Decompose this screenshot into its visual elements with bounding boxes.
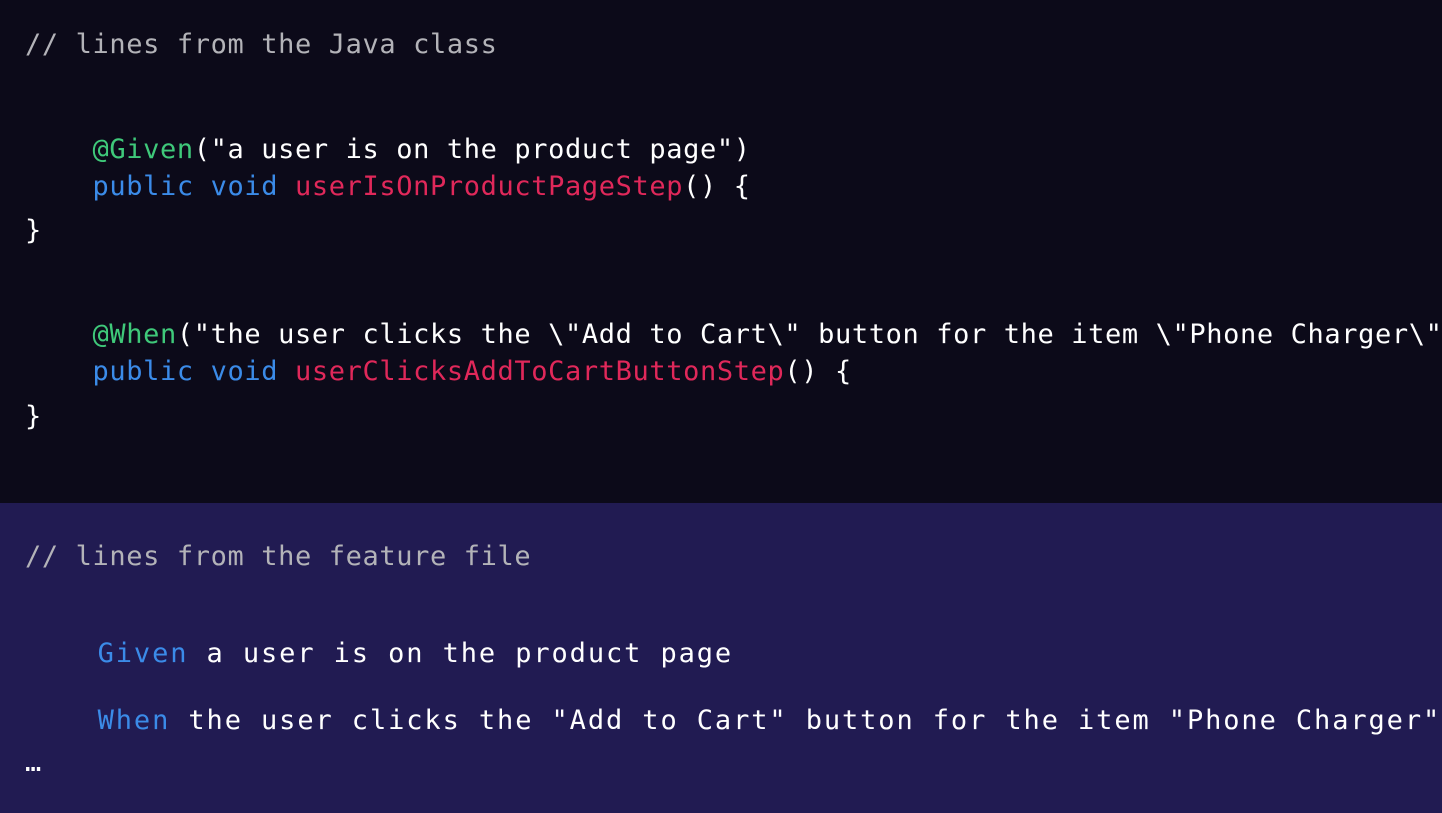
method1-close-brace: }	[25, 215, 42, 246]
method1-name: userIsOnProductPageStep	[295, 171, 684, 202]
java-code-panel: // lines from the Java class @Given("a u…	[0, 0, 1442, 503]
method2-signature: public void userClicksAddToCartButtonSte…	[25, 327, 852, 387]
feature-comment: // lines from the feature file	[25, 541, 532, 572]
when-annotation-line: @When("the user clicks the \"Add to Cart…	[25, 290, 1442, 350]
given-step-text: a user is on the product page	[188, 638, 734, 669]
when-keyword: When	[97, 705, 171, 736]
given-keyword: Given	[97, 638, 189, 669]
java-comment: // lines from the Java class	[25, 29, 498, 60]
feature-ellipsis: …	[25, 747, 44, 778]
method2-name: userClicksAddToCartButtonStep	[295, 356, 785, 387]
given-annotation-line: @Given("a user is on the product page")	[25, 105, 751, 165]
method2-tail: () {	[784, 356, 852, 387]
method2-close-brace: }	[25, 401, 42, 432]
feature-file-panel: // lines from the feature file Given a u…	[0, 503, 1442, 813]
when-step-text: the user clicks the "Add to Cart" button…	[170, 705, 1442, 736]
feature-given-line: Given a user is on the product page	[25, 609, 733, 669]
method1-tail: () {	[683, 171, 751, 202]
method2-modifiers: public void	[92, 356, 296, 387]
feature-when-line: When the user clicks the "Add to Cart" b…	[25, 676, 1441, 736]
method1-signature: public void userIsOnProductPageStep() {	[25, 142, 751, 202]
method1-modifiers: public void	[92, 171, 296, 202]
